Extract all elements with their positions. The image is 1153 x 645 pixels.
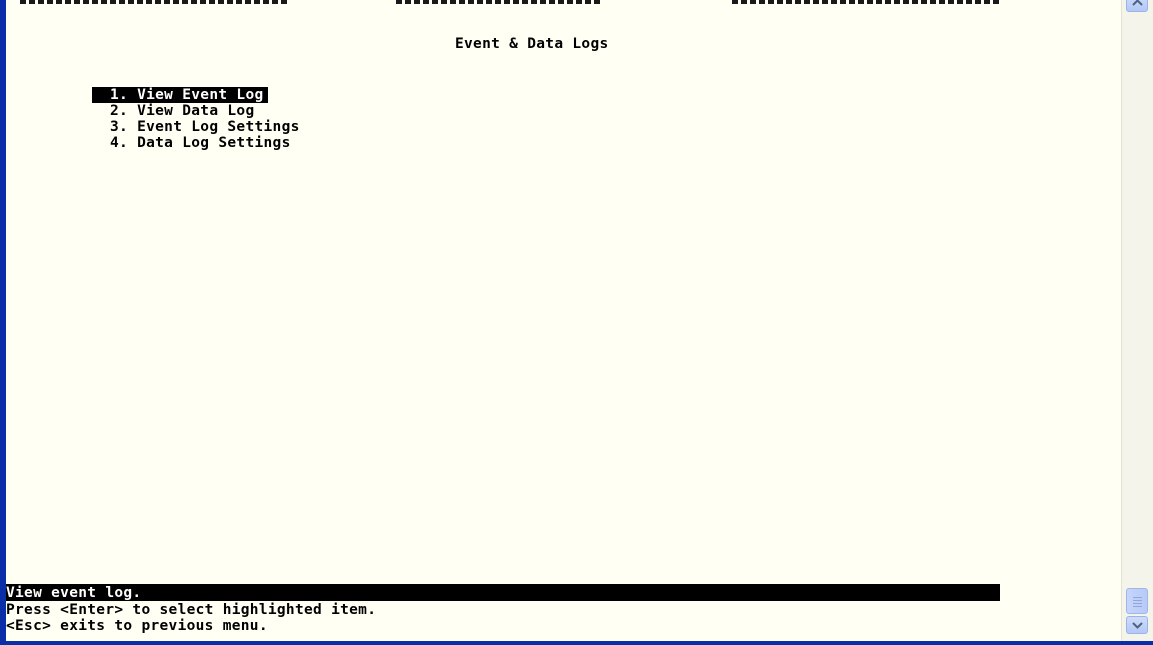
scroll-down-arrow-icon xyxy=(1132,622,1143,629)
scroll-thumb[interactable] xyxy=(1126,588,1148,614)
menu-item-view-event-log[interactable]: 1. View Event Log xyxy=(92,87,268,103)
page-title: Event & Data Logs xyxy=(455,36,609,52)
esc-hint: <Esc> exits to previous menu. xyxy=(6,618,268,634)
menu-item-data-log-settings[interactable]: 4. Data Log Settings xyxy=(110,135,291,151)
scroll-up-arrow-icon xyxy=(1132,0,1143,6)
menu-item-view-data-log[interactable]: 2. View Data Log xyxy=(110,103,254,119)
window-frame-bottom xyxy=(0,641,1153,645)
status-description: View event log. xyxy=(6,585,142,601)
terminal-screen: Event & Data Logs 1. View Event Log 2. V… xyxy=(6,6,1113,641)
vertical-scrollbar[interactable] xyxy=(1121,0,1153,641)
menu-item-event-log-settings[interactable]: 3. Event Log Settings xyxy=(110,119,300,135)
scroll-up-button[interactable] xyxy=(1126,0,1148,12)
terminal-window: Event & Data Logs 1. View Event Log 2. V… xyxy=(0,0,1153,645)
status-bar: View event log. xyxy=(6,584,1000,601)
scroll-down-button[interactable] xyxy=(1126,616,1148,634)
enter-hint: Press <Enter> to select highlighted item… xyxy=(6,602,377,618)
